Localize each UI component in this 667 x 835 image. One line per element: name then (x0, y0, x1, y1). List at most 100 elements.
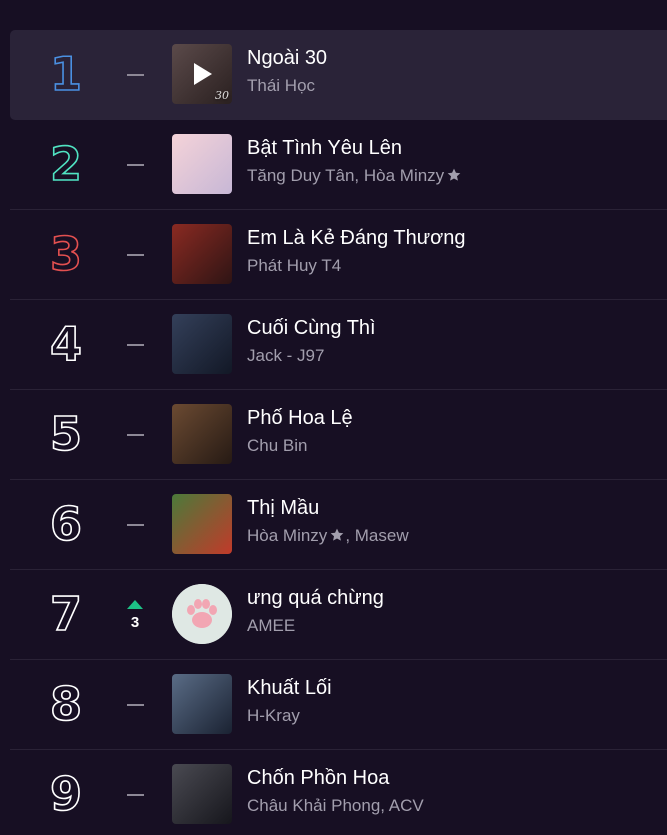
song-thumbnail[interactable]: 30 (172, 44, 232, 104)
artist-link[interactable]: Thái Học (247, 76, 315, 95)
song-thumbnail[interactable] (172, 764, 232, 824)
artist-list: AMEE (247, 614, 667, 638)
artist-link[interactable]: H-Kray (247, 706, 300, 725)
song-title[interactable]: Thị Mầu (247, 494, 667, 522)
dash-icon (126, 344, 144, 346)
artist-link[interactable]: Châu Khải Phong (247, 796, 380, 815)
dash-icon (126, 434, 144, 436)
song-info: Phố Hoa Lệ Chu Bin (247, 404, 667, 458)
dash-icon (126, 704, 144, 706)
cover-lettering: 30 (215, 89, 229, 102)
artist-link[interactable]: ACV (389, 796, 424, 815)
song-title[interactable]: Khuất Lối (247, 674, 667, 702)
album-cover (172, 224, 232, 284)
song-row[interactable]: 4 Cuối Cùng Thì Jack - J97 (10, 300, 667, 390)
arrow-up-icon (127, 600, 143, 609)
song-row[interactable]: 1 30 Ngoài 30 Thái Học (10, 30, 667, 120)
rank-change: 3 (118, 598, 152, 632)
artist-list: Tăng Duy Tân, Hòa Minzy (247, 164, 667, 188)
artist-link[interactable]: Hòa Minzy (247, 526, 327, 545)
artist-link[interactable]: Tăng Duy Tân (247, 166, 354, 185)
song-thumbnail[interactable] (172, 314, 232, 374)
rank-change (118, 688, 152, 722)
song-row[interactable]: 2 Bật Tình Yêu Lên Tăng Duy Tân, Hòa Minzy (10, 120, 667, 210)
artist-link[interactable]: Chu Bin (247, 436, 307, 455)
star-icon (330, 528, 344, 541)
dash-icon (126, 794, 144, 796)
artist-link[interactable]: Masew (355, 526, 409, 545)
artist-link[interactable]: Hòa Minzy (364, 166, 444, 185)
chart-list: 1 30 Ngoài 30 Thái Học 2 Bật Tình Yêu Lên Tăng… (10, 30, 667, 835)
rank-change (118, 508, 152, 542)
rank-change-count: 3 (130, 614, 140, 631)
rank-change (118, 418, 152, 452)
play-icon[interactable] (194, 63, 212, 85)
artist-list: Chu Bin (247, 434, 667, 458)
song-row[interactable]: 6 Thị Mầu Hòa Minzy, Masew (10, 480, 667, 570)
artist-separator: , (354, 166, 364, 185)
album-cover (172, 764, 232, 824)
artist-list: Phát Huy T4 (247, 254, 667, 278)
album-cover (172, 314, 232, 374)
artist-link[interactable]: Phát Huy T4 (247, 256, 341, 275)
rank-change (118, 238, 152, 272)
song-title[interactable]: ưng quá chừng (247, 584, 667, 612)
artist-list: H-Kray (247, 704, 667, 728)
artist-link[interactable]: AMEE (247, 616, 295, 635)
artist-list: Châu Khải Phong, ACV (247, 794, 667, 818)
rank-change (118, 328, 152, 362)
song-thumbnail[interactable] (172, 674, 232, 734)
star-icon (447, 168, 461, 181)
song-title[interactable]: Phố Hoa Lệ (247, 404, 667, 432)
song-thumbnail[interactable] (172, 134, 232, 194)
artist-link[interactable]: Jack - J97 (247, 346, 324, 365)
song-info: Ngoài 30 Thái Học (247, 44, 667, 98)
rank-change (118, 58, 152, 92)
album-cover (172, 134, 232, 194)
rank-number: 1 (49, 46, 83, 102)
song-title[interactable]: Ngoài 30 (247, 44, 667, 72)
rank-number: 9 (49, 766, 83, 822)
song-info: Cuối Cùng Thì Jack - J97 (247, 314, 667, 368)
rank-number: 7 (49, 586, 83, 642)
rank-number: 2 (49, 136, 83, 192)
rank-number: 8 (49, 676, 83, 732)
rank-number: 6 (49, 496, 83, 552)
song-title[interactable]: Cuối Cùng Thì (247, 314, 667, 342)
song-thumbnail[interactable] (172, 224, 232, 284)
rank-number: 4 (49, 316, 83, 372)
artist-list: Thái Học (247, 74, 667, 98)
song-title[interactable]: Em Là Kẻ Đáng Thương (247, 224, 667, 252)
album-cover (172, 404, 232, 464)
song-info: Chốn Phồn Hoa Châu Khải Phong, ACV (247, 764, 667, 818)
song-thumbnail[interactable] (172, 584, 232, 644)
paw-icon (172, 584, 232, 644)
dash-icon (126, 524, 144, 526)
song-row[interactable]: 5 Phố Hoa Lệ Chu Bin (10, 390, 667, 480)
song-info: ưng quá chừng AMEE (247, 584, 667, 638)
song-thumbnail[interactable] (172, 404, 232, 464)
song-title[interactable]: Bật Tình Yêu Lên (247, 134, 667, 162)
song-info: Em Là Kẻ Đáng Thương Phát Huy T4 (247, 224, 667, 278)
artist-separator: , (380, 796, 389, 815)
song-row[interactable]: 3 Em Là Kẻ Đáng Thương Phát Huy T4 (10, 210, 667, 300)
song-row[interactable]: 7 3 ưng quá chừng AMEE (10, 570, 667, 660)
dash-icon (126, 164, 144, 166)
rank-change (118, 148, 152, 182)
album-cover: 30 (172, 44, 232, 104)
song-info: Bật Tình Yêu Lên Tăng Duy Tân, Hòa Minzy (247, 134, 667, 188)
song-info: Thị Mầu Hòa Minzy, Masew (247, 494, 667, 548)
song-thumbnail[interactable] (172, 494, 232, 554)
artist-separator: , (345, 526, 355, 545)
album-cover (172, 494, 232, 554)
artist-list: Jack - J97 (247, 344, 667, 368)
dash-icon (126, 74, 144, 76)
song-row[interactable]: 9 Chốn Phồn Hoa Châu Khải Phong, ACV (10, 750, 667, 835)
song-title[interactable]: Chốn Phồn Hoa (247, 764, 667, 792)
song-row[interactable]: 8 Khuất Lối H-Kray (10, 660, 667, 750)
dash-icon (126, 254, 144, 256)
artist-list: Hòa Minzy, Masew (247, 524, 667, 548)
zing-chart-list-page: 1 30 Ngoài 30 Thái Học 2 Bật Tình Yêu Lên Tăng… (0, 0, 667, 835)
rank-number: 5 (49, 406, 83, 462)
rank-change (118, 778, 152, 812)
